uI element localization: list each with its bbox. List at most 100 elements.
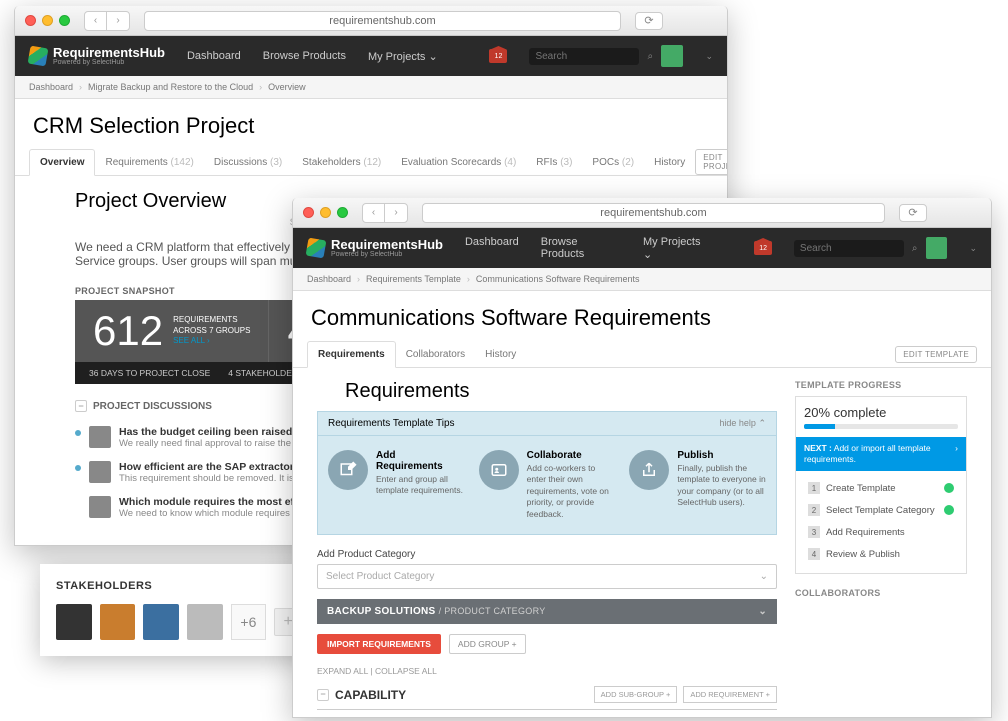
tab-collaborators[interactable]: Collaborators [396,342,475,367]
brand-name: RequirementsHub [53,46,165,59]
browser-chrome: ‹ › requirementshub.com ⟳ [293,198,991,228]
user-avatar[interactable] [926,237,948,259]
chevron-down-icon[interactable]: ⌄ [705,51,713,62]
url-bar[interactable]: requirementshub.com [144,11,621,31]
browser-chrome: ‹ › requirementshub.com ⟳ [15,6,727,36]
breadcrumb: Dashboard› Requirements Template› Commun… [293,268,991,291]
nav-my-projects[interactable]: My Projects ⌄ [643,236,710,261]
forward-icon[interactable]: › [107,12,129,30]
progress-step[interactable]: 3Add Requirements [804,521,958,543]
search-box[interactable]: ⌕ [529,48,639,65]
back-icon[interactable]: ‹ [85,12,107,30]
tab-stakeholders[interactable]: Stakeholders (12) [292,150,391,175]
edit-icon [328,450,368,490]
days-to-close: 36 DAYS TO PROJECT CLOSE [89,368,210,378]
tab-requirements[interactable]: Requirements (142) [95,150,203,175]
close-icon[interactable] [303,207,314,218]
add-sub-group-button[interactable]: ADD SUB-GROUP + [594,686,678,703]
brand-logo-block[interactable]: RequirementsHub Powered by SelectHub [307,238,443,258]
chevron-right-icon: › [955,443,958,465]
search-icon: ⌕ [647,51,653,62]
hide-help-link[interactable]: hide help ⌃ [719,418,766,429]
url-bar[interactable]: requirementshub.com [422,203,885,223]
collapse-icon[interactable]: − [317,689,329,701]
nav-browse[interactable]: Browse Products [263,50,346,63]
edit-template-button[interactable]: EDIT TEMPLATE [895,346,977,363]
edit-project-button[interactable]: EDIT PROJECT [695,149,728,175]
step-number: 1 [808,482,820,494]
progress-bar [804,424,958,429]
chevron-down-icon: ⌄ [643,249,652,261]
progress-value: 20% complete [804,405,958,420]
close-icon[interactable] [25,15,36,26]
tab-history[interactable]: History [475,342,526,367]
progress-step[interactable]: 1Create Template [804,477,958,499]
notifications-icon[interactable]: 12 [489,49,507,63]
category-bar[interactable]: BACKUP SOLUTIONS / PRODUCT CATEGORY ⌄ [317,599,777,624]
next-step-banner[interactable]: NEXT : Add or import all template requir… [796,437,966,471]
chevron-down-icon: ⌄ [428,51,437,63]
chevron-down-icon[interactable]: ⌄ [969,243,977,254]
nav-dashboard[interactable]: Dashboard [187,50,241,63]
maximize-icon[interactable] [337,207,348,218]
add-requirement-button[interactable]: ADD REQUIREMENT + [683,686,777,703]
add-group-button[interactable]: ADD GROUP + [449,634,526,654]
back-icon[interactable]: ‹ [363,204,385,222]
notifications-icon[interactable]: 12 [754,241,772,255]
user-avatar[interactable] [661,45,683,67]
breadcrumb-item[interactable]: Migrate Backup and Restore to the Cloud [88,82,253,92]
overview-title: Project Overview [15,176,286,217]
import-requirements-button[interactable]: IMPORT REQUIREMENTS [317,634,441,654]
see-all-link[interactable]: SEE ALL › [173,336,210,345]
tab-discussions[interactable]: Discussions (3) [204,150,292,175]
check-icon [944,483,954,493]
search-input[interactable] [800,243,912,254]
expand-collapse[interactable]: EXPAND ALL | COLLAPSE ALL [317,666,777,676]
tab-rfis[interactable]: RFIs (3) [526,150,582,175]
refresh-icon[interactable]: ⟳ [899,204,927,222]
more-stakeholders-button[interactable]: +6 [231,604,267,640]
breadcrumb-item[interactable]: Dashboard [307,274,351,284]
brand-logo-block[interactable]: RequirementsHub Powered by SelectHub [29,46,165,66]
minimize-icon[interactable] [42,15,53,26]
tip-desc: Finally, publish the template to everyon… [677,463,766,509]
page-title: Communications Software Requirements [293,291,991,341]
chevron-down-icon: ⌄ [758,606,767,617]
tab-scorecards[interactable]: Evaluation Scorecards (4) [391,150,526,175]
progress-step[interactable]: 4Review & Publish [804,543,958,565]
share-icon [629,450,669,490]
search-input[interactable] [535,51,647,62]
nav-my-projects[interactable]: My Projects ⌄ [368,50,438,63]
step-label: Select Template Category [826,505,935,516]
tab-pocs[interactable]: POCs (2) [582,150,644,175]
maximize-icon[interactable] [59,15,70,26]
avatar[interactable] [143,604,179,640]
avatar[interactable] [100,604,136,640]
logo-icon [306,238,327,259]
nav-browse[interactable]: Browse Products [541,236,621,261]
breadcrumb-item: Communications Software Requirements [476,274,640,284]
top-nav: Dashboard Browse Products My Projects ⌄ [187,50,438,63]
avatar[interactable] [187,604,223,640]
app-topbar: RequirementsHub Powered by SelectHub Das… [15,36,727,76]
progress-step[interactable]: 2Select Template Category [804,499,958,521]
search-box[interactable]: ⌕ [794,240,904,257]
app-topbar: RequirementsHub Powered by SelectHub Das… [293,228,991,268]
refresh-icon[interactable]: ⟳ [635,12,663,30]
tip-title: Collaborate [527,450,616,461]
browser-nav-buttons: ‹ › [84,11,130,31]
minimize-icon[interactable] [320,207,331,218]
req-sub: ACROSS 7 GROUPS [173,326,250,336]
breadcrumb-item[interactable]: Requirements Template [366,274,461,284]
tab-overview[interactable]: Overview [29,149,95,176]
logo-icon [28,46,49,67]
breadcrumb-item[interactable]: Dashboard [29,82,73,92]
category-select[interactable]: Select Product Category ⌄ [317,564,777,589]
tab-history[interactable]: History [644,150,695,175]
tab-requirements[interactable]: Requirements [307,341,396,368]
avatar[interactable] [56,604,92,640]
tip-title: Add Requirements [376,450,465,472]
collapse-icon[interactable]: − [75,400,87,412]
forward-icon[interactable]: › [385,204,407,222]
nav-dashboard[interactable]: Dashboard [465,236,519,261]
